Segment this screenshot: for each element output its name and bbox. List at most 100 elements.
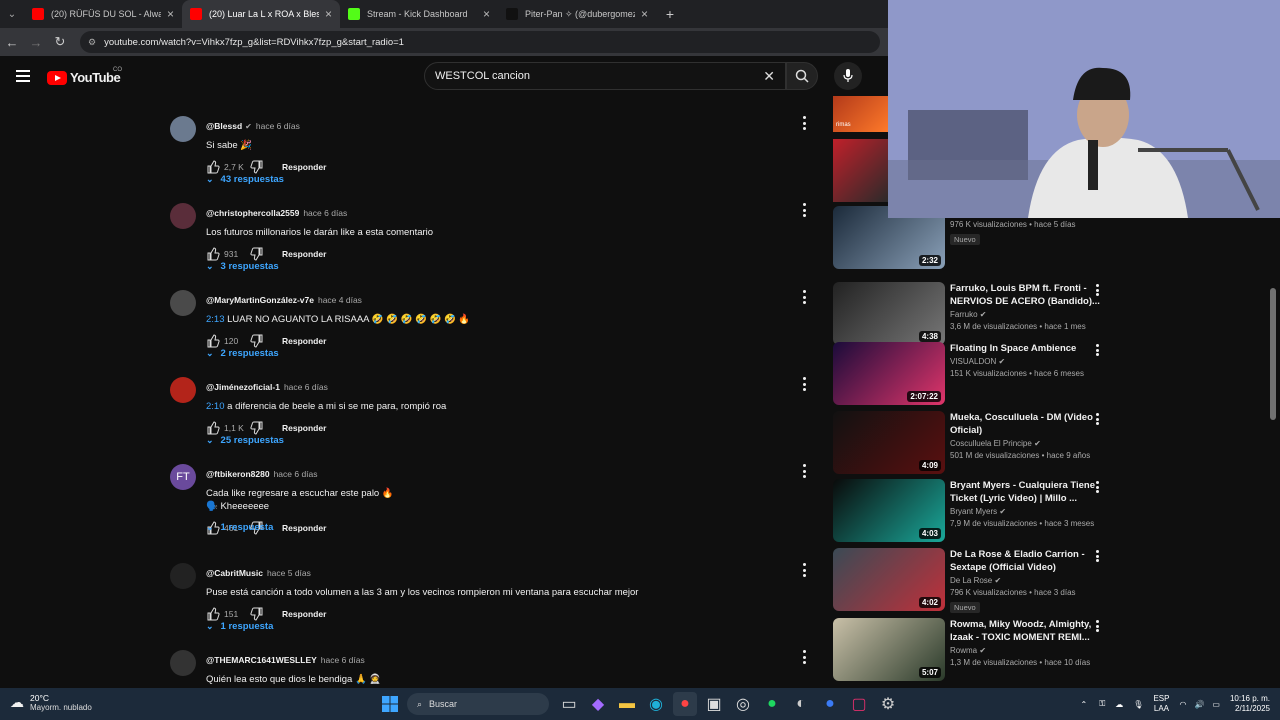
like-button[interactable] [206, 421, 224, 435]
reply-button[interactable]: Responder [282, 336, 326, 346]
close-tab-icon[interactable]: × [641, 7, 648, 21]
recommended-video[interactable]: 4:02 De La Rose & Eladio Carrion - Sextap… [833, 548, 1113, 614]
volume-icon[interactable]: 🔊 [1194, 700, 1204, 709]
video-title[interactable]: Mueka, Cosculluela - DM (Video Oficial) [950, 411, 1100, 437]
reply-button[interactable]: Responder [282, 523, 326, 533]
video-more-icon[interactable] [1095, 620, 1099, 632]
search-button[interactable] [786, 62, 818, 90]
comment-author[interactable]: @THEMARC1641WESLLEY [206, 655, 317, 665]
like-button[interactable] [206, 160, 224, 174]
dislike-button[interactable] [250, 247, 268, 261]
comment-author[interactable]: @MaryMartinGonzález-v7e [206, 295, 314, 305]
wifi-icon[interactable]: ◠ [1179, 700, 1186, 709]
view-replies-button[interactable]: ⌄ 2 respuestas [206, 348, 279, 359]
avatar[interactable]: FT [170, 464, 196, 490]
video-more-icon[interactable] [1095, 481, 1099, 493]
video-thumbnail[interactable]: 4:09 [833, 411, 945, 474]
browser-tab[interactable]: (20) RÜFÜS DU SOL - Always [Of × [24, 0, 182, 28]
taskbar-search[interactable]: ⌕ Buscar [407, 693, 549, 715]
comment-time[interactable]: hace 6 días [256, 121, 300, 131]
comment-time[interactable]: hace 6 días [274, 469, 318, 479]
file-explorer-icon[interactable]: ▬ [615, 692, 639, 716]
like-button[interactable] [206, 607, 224, 621]
browser-tab[interactable]: Stream - Kick Dashboard × [340, 0, 498, 28]
site-info-icon[interactable]: ⚙ [88, 37, 96, 48]
comment-time[interactable]: hace 6 días [321, 655, 365, 665]
comment-more-icon[interactable] [800, 203, 808, 217]
obs-icon[interactable]: ◎ [731, 692, 755, 716]
recommended-video[interactable]: 2:07:22 Floating In Space Ambience VISUALD… [833, 342, 1113, 408]
comment-more-icon[interactable] [800, 290, 808, 304]
close-tab-icon[interactable]: × [483, 7, 490, 21]
dislike-button[interactable] [250, 421, 268, 435]
facebook-icon[interactable]: ● [818, 692, 842, 716]
video-more-icon[interactable] [1095, 550, 1099, 562]
comment-more-icon[interactable] [800, 464, 808, 478]
channel-name[interactable]: Bryant Myers ✔ [950, 507, 1100, 516]
task-view-icon[interactable]: ▭ [557, 692, 581, 716]
view-replies-button[interactable]: ⌄ 1 respuesta [206, 621, 273, 632]
avatar[interactable] [170, 377, 196, 403]
channel-name[interactable]: Cosculluela El Principe ✔ [950, 439, 1100, 448]
recommended-video[interactable]: 4:03 Bryant Myers - Cualquiera Tiene Tick… [833, 479, 1113, 545]
video-thumbnail[interactable]: 5:07 [833, 618, 945, 681]
video-thumbnail[interactable]: rimas [833, 96, 889, 132]
like-button[interactable] [206, 247, 224, 261]
voice-search-button[interactable] [834, 62, 862, 90]
video-title[interactable]: Floating In Space Ambience [950, 342, 1100, 355]
store-icon[interactable]: ▣ [702, 692, 726, 716]
comment-time[interactable]: hace 6 días [284, 382, 328, 392]
close-tab-icon[interactable]: × [325, 7, 332, 21]
cloud-sync-icon[interactable]: ☁ [1115, 700, 1123, 709]
comment-author[interactable]: @ftbikeron8280 [206, 469, 270, 479]
address-bar[interactable]: ⚙ youtube.com/watch?v=Vihkx7fzp_g&list=R… [80, 31, 880, 53]
chevron-up-icon[interactable]: ⌃ [1080, 700, 1087, 709]
avatar[interactable] [170, 116, 196, 142]
video-thumbnail[interactable] [833, 139, 889, 202]
avatar[interactable] [170, 650, 196, 676]
video-thumbnail[interactable]: 2:07:22 [833, 342, 945, 405]
channel-name[interactable]: VISUALDON ✔ [950, 357, 1100, 366]
comment-author[interactable]: @CabritMusic [206, 568, 263, 578]
copilot-icon[interactable]: ◆ [586, 692, 610, 716]
comment-more-icon[interactable] [800, 650, 808, 664]
browser-tab[interactable]: (20) Luar La L x ROA x Bless × [182, 0, 340, 28]
steam-icon[interactable]: ◐ [789, 692, 813, 716]
video-thumbnail[interactable]: 4:02 [833, 548, 945, 611]
reply-button[interactable]: Responder [282, 249, 326, 259]
dislike-button[interactable] [250, 607, 268, 621]
tab-search-icon[interactable]: ⌄ [0, 0, 24, 28]
video-thumbnail[interactable]: 4:38 [833, 282, 945, 345]
avatar[interactable] [170, 203, 196, 229]
comment-author[interactable]: @Jiménezoficial-1 [206, 382, 280, 392]
youtube-logo[interactable]: YouTube CO [47, 67, 122, 85]
recommended-video[interactable]: 4:09 Mueka, Cosculluela - DM (Video Ofici… [833, 411, 1113, 477]
dislike-button[interactable] [250, 160, 268, 174]
view-replies-button[interactable]: ⌄ 3 respuestas [206, 261, 279, 272]
recommended-video[interactable]: 4:38 Farruko, Louis BPM ft. Fronti - NERV… [833, 282, 1113, 348]
browser-tab[interactable]: Piter-Pan ✧ (@dubergomez17) × [498, 0, 656, 28]
recommended-video[interactable]: 5:07 Rowma, Miky Woodz, Almighty, Izaak -… [833, 618, 1113, 684]
timestamp-link[interactable]: 2:13 [206, 314, 225, 325]
search-input[interactable]: WESTCOL cancion ✕ [424, 62, 786, 90]
comment-more-icon[interactable] [800, 116, 808, 130]
comment-time[interactable]: hace 5 días [267, 568, 311, 578]
clock[interactable]: 10:16 p. m. 2/11/2025 [1230, 694, 1270, 714]
comment-time[interactable]: hace 4 días [318, 295, 362, 305]
comment-author[interactable]: @christophercolla2559 [206, 208, 299, 218]
view-replies-button[interactable]: ⌄ 43 respuestas [206, 174, 284, 185]
reply-button[interactable]: Responder [282, 609, 326, 619]
channel-name[interactable]: De La Rose ✔ [950, 576, 1100, 585]
timestamp-link[interactable]: 2:10 [206, 401, 225, 412]
instagram-icon[interactable]: ▢ [847, 692, 871, 716]
video-more-icon[interactable] [1095, 344, 1099, 356]
avatar[interactable] [170, 563, 196, 589]
video-thumbnail[interactable]: 4:03 [833, 479, 945, 542]
chrome-icon[interactable]: ● [673, 692, 697, 716]
video-title[interactable]: Farruko, Louis BPM ft. Fronti - NERVIOS … [950, 282, 1100, 308]
comment-author[interactable]: @Blessd [206, 121, 242, 131]
back-button[interactable]: ← [0, 35, 24, 50]
start-icon[interactable] [378, 692, 402, 716]
view-replies-button[interactable]: ⌄ 1 respuesta [206, 522, 273, 533]
channel-name[interactable]: Farruko ✔ [950, 310, 1100, 319]
